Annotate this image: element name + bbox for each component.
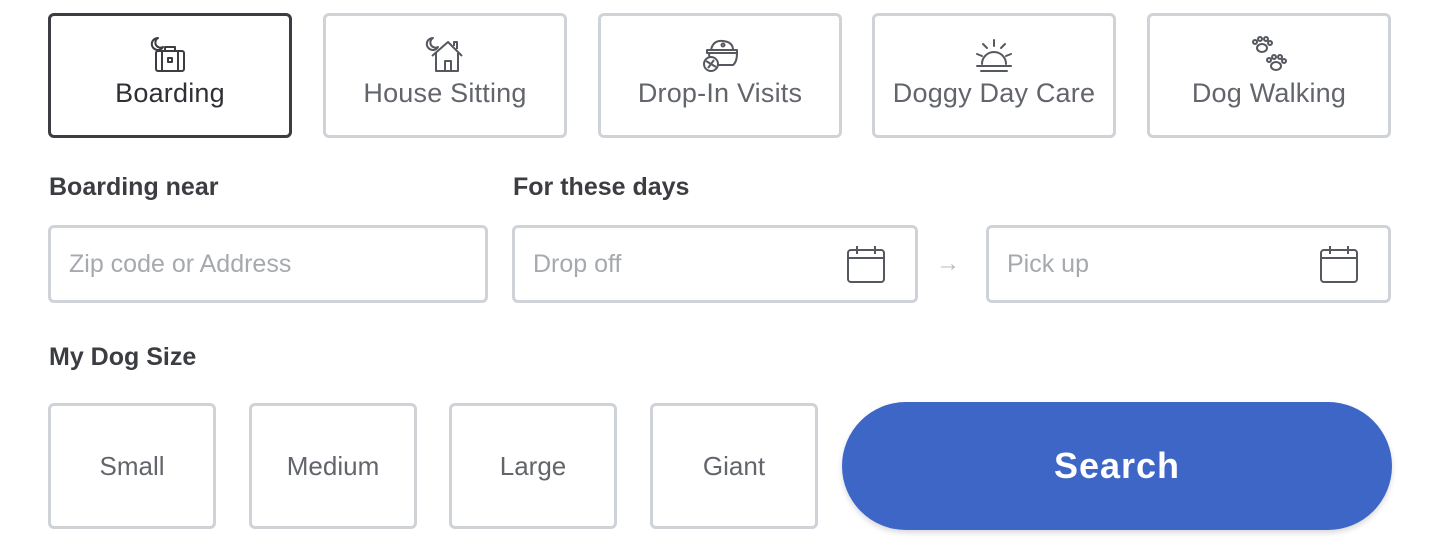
service-label: House Sitting — [363, 78, 527, 108]
location-field[interactable] — [48, 225, 488, 303]
service-dog-walking[interactable]: Dog Walking — [1147, 13, 1391, 138]
service-house-sitting[interactable]: House Sitting — [323, 13, 567, 138]
suitcase-moon-icon — [149, 34, 191, 76]
service-boarding[interactable]: Boarding — [48, 13, 292, 138]
house-moon-icon — [424, 34, 466, 76]
dropoff-field[interactable] — [512, 225, 918, 303]
location-label: Boarding near — [49, 173, 219, 201]
calendar-icon[interactable] — [1318, 243, 1360, 285]
dog-size-label: My Dog Size — [49, 343, 197, 371]
service-label: Doggy Day Care — [892, 78, 1096, 108]
size-large-button[interactable]: Large — [449, 403, 617, 529]
dog-bowl-icon — [699, 34, 741, 76]
pickup-field[interactable] — [986, 225, 1391, 303]
location-input[interactable] — [69, 249, 485, 279]
pickup-input[interactable] — [1007, 249, 1307, 279]
search-button[interactable]: Search — [842, 402, 1392, 530]
calendar-icon[interactable] — [845, 243, 887, 285]
service-drop-in-visits[interactable]: Drop-In Visits — [598, 13, 842, 138]
service-label: Drop-In Visits — [637, 78, 803, 108]
service-label: Dog Walking — [1191, 78, 1347, 108]
size-small-button[interactable]: Small — [48, 403, 216, 529]
sun-icon — [973, 34, 1015, 76]
dropoff-input[interactable] — [533, 249, 833, 279]
size-giant-button[interactable]: Giant — [650, 403, 818, 529]
service-doggy-day-care[interactable]: Doggy Day Care — [872, 13, 1116, 138]
size-medium-button[interactable]: Medium — [249, 403, 417, 529]
service-label: Boarding — [115, 78, 225, 108]
paw-prints-icon — [1248, 34, 1290, 76]
dates-label: For these days — [513, 173, 690, 201]
arrow-right-icon: → — [936, 250, 960, 277]
